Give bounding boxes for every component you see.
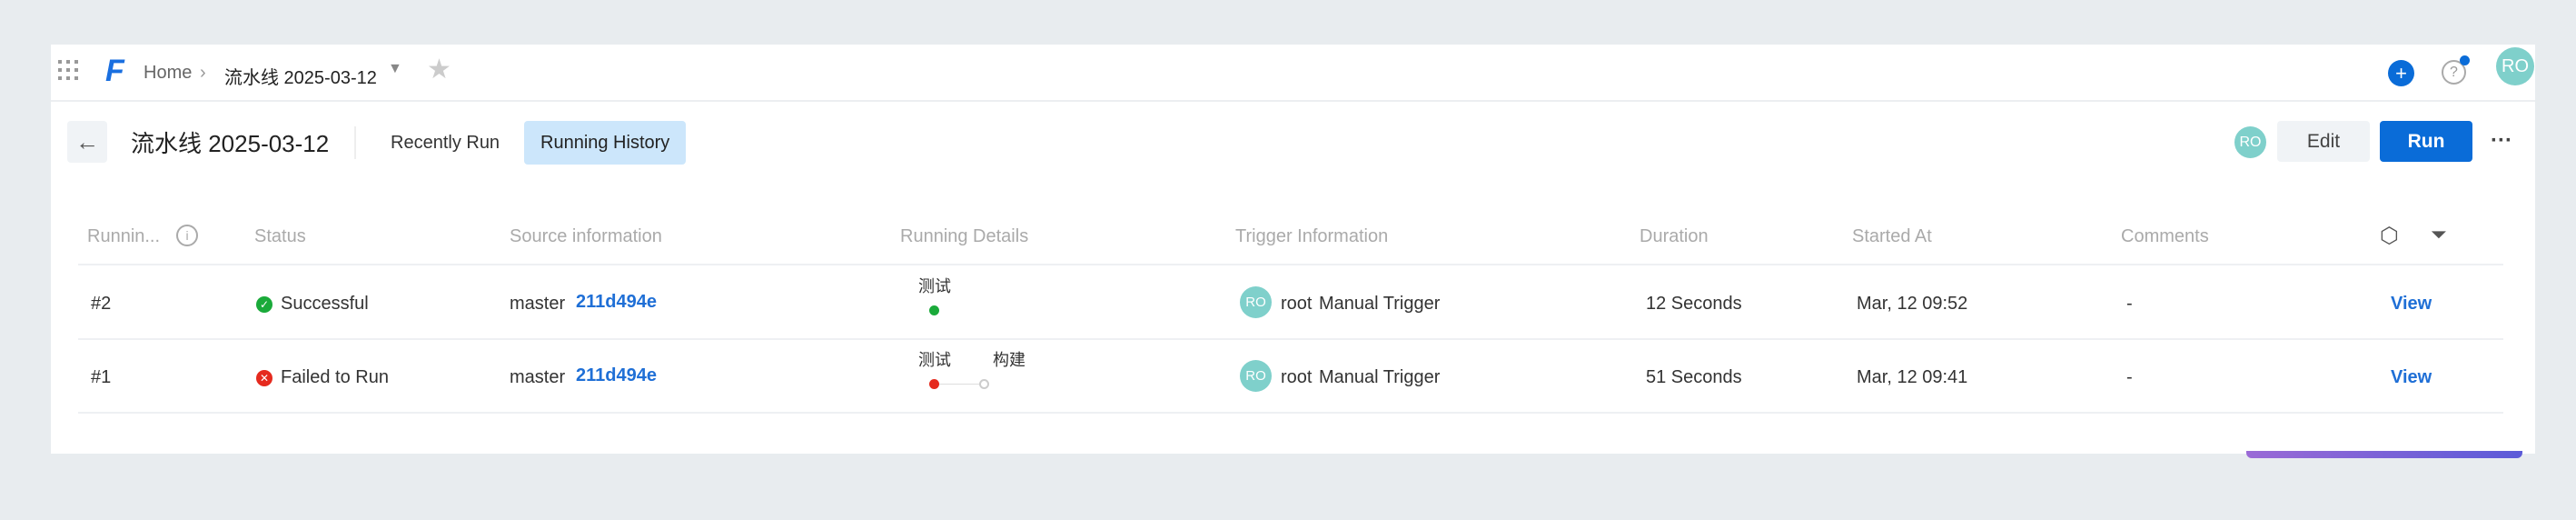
logo-icon[interactable]: F <box>105 54 124 89</box>
divider <box>354 126 356 159</box>
view-link[interactable]: View <box>2391 294 2432 315</box>
branch: master <box>510 294 566 314</box>
error-icon: ✕ <box>256 370 272 386</box>
run-button[interactable]: Run <box>2380 121 2472 162</box>
apps-grid-icon[interactable] <box>58 60 78 80</box>
stage-failed-dot[interactable] <box>929 379 939 389</box>
star-icon[interactable]: ★ <box>427 54 451 85</box>
run-id: #1 <box>91 367 112 387</box>
branch: master <box>510 367 566 387</box>
breadcrumb-home[interactable]: Home <box>144 63 192 84</box>
trigger-avatar: RO <box>1240 286 1272 318</box>
top-nav: F Home › 流水线 2025-03-12 ▼ ★ + ? RO <box>51 45 2535 102</box>
trigger-user: root <box>1281 294 1313 314</box>
filter-icon[interactable]: ⏷ <box>2431 223 2447 246</box>
back-button[interactable]: ← <box>67 121 107 163</box>
stage-connector <box>939 384 979 385</box>
col-trigger: Trigger Information <box>1235 226 1389 246</box>
commit-link[interactable]: 211d494e <box>576 365 657 386</box>
col-source: Source information <box>510 226 662 246</box>
trigger-avatar: RO <box>1240 360 1272 392</box>
view-link[interactable]: View <box>2391 367 2432 388</box>
started-at: Mar, 12 09:41 <box>1857 367 1968 387</box>
breadcrumb-pipeline[interactable]: 流水线 2025-03-12 <box>224 63 377 89</box>
comments: - <box>2126 294 2133 314</box>
header-divider <box>78 264 2503 265</box>
more-icon[interactable]: ··· <box>2491 128 2512 154</box>
stage-success-dot[interactable] <box>929 305 939 315</box>
success-icon: ✓ <box>256 296 272 313</box>
col-running-details: Running Details <box>900 226 1029 246</box>
user-avatar[interactable]: RO <box>2496 47 2534 85</box>
stage-label: 测试 <box>918 277 951 295</box>
floating-panel-edge <box>2246 451 2522 458</box>
col-comments: Comments <box>2121 226 2209 246</box>
tab-running-history[interactable]: Running History <box>524 121 687 165</box>
tab-recently-run[interactable]: Recently Run <box>374 121 516 165</box>
commit-link[interactable]: 211d494e <box>576 292 657 313</box>
arrow-left-icon: ← <box>75 127 99 155</box>
caret-down-icon[interactable]: ▼ <box>388 61 402 77</box>
col-status: Status <box>254 226 306 246</box>
duration: 51 Seconds <box>1646 367 1742 387</box>
stage-pending-dot[interactable] <box>979 379 989 389</box>
add-icon[interactable]: + <box>2388 60 2414 86</box>
edit-button[interactable]: Edit <box>2277 121 2370 162</box>
row-divider <box>78 412 2503 414</box>
stage-label: 构建 <box>993 351 1025 369</box>
notification-dot <box>2460 55 2470 65</box>
settings-icon[interactable]: ⬡ <box>2380 223 2399 249</box>
chevron-right-icon: › <box>200 63 206 83</box>
col-started-at: Started At <box>1852 226 1932 246</box>
duration: 12 Seconds <box>1646 294 1742 314</box>
owner-avatar: RO <box>2234 126 2266 158</box>
status-text: Failed to Run <box>281 367 389 387</box>
run-id: #2 <box>91 294 112 314</box>
col-duration: Duration <box>1640 226 1709 246</box>
info-icon[interactable]: i <box>176 225 198 246</box>
row-divider <box>78 338 2503 340</box>
comments: - <box>2126 367 2133 387</box>
main-card: F Home › 流水线 2025-03-12 ▼ ★ + ? RO ← 流水线… <box>51 45 2535 454</box>
trigger-user: root <box>1281 367 1313 387</box>
started-at: Mar, 12 09:52 <box>1857 294 1968 314</box>
stage-label: 测试 <box>918 351 951 369</box>
page-title: 流水线 2025-03-12 <box>131 130 330 157</box>
status-text: Successful <box>281 294 369 314</box>
trigger-type: Manual Trigger <box>1319 294 1441 314</box>
trigger-type: Manual Trigger <box>1319 367 1441 387</box>
col-running: Runnin... <box>87 226 161 246</box>
